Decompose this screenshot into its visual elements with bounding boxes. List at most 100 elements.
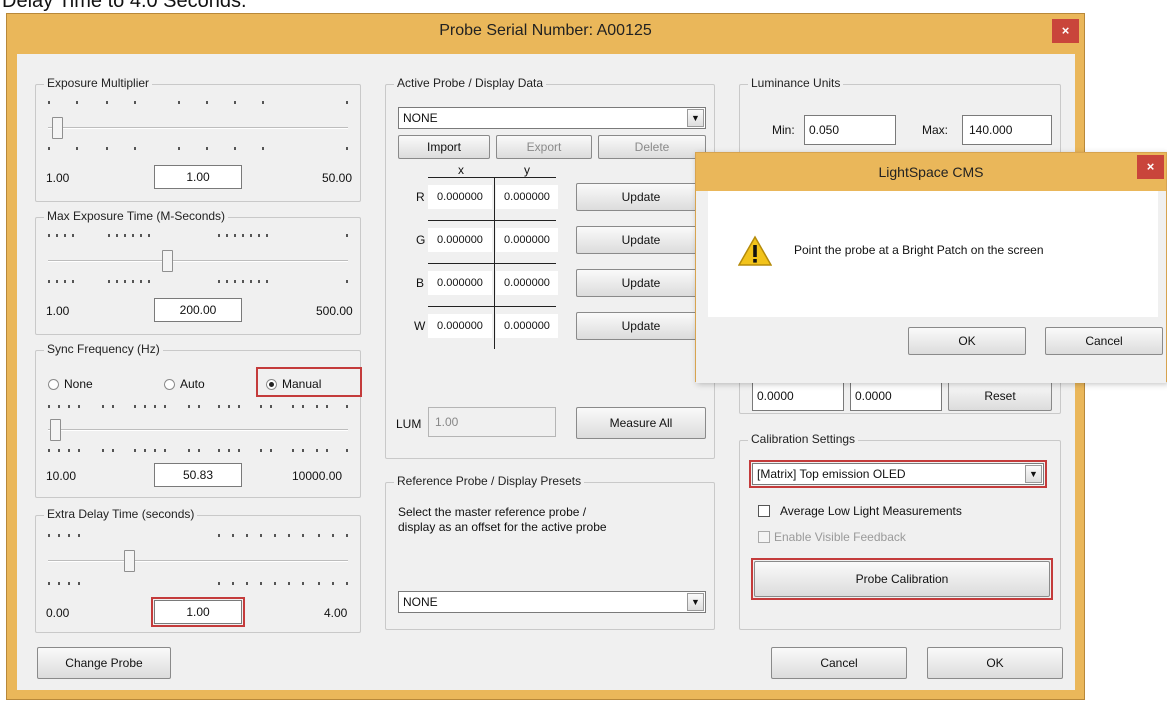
reference-probe-group: Reference Probe / Display Presets Select… [385,474,715,630]
manual-highlight-box [256,367,362,397]
table-line [428,177,556,178]
change-probe-button[interactable]: Change Probe [37,647,171,679]
sync-slider-thumb[interactable] [50,419,61,441]
reference-description-line2: display as an offset for the active prob… [398,520,607,534]
export-button[interactable]: Export [496,135,592,159]
row-label-b: B [416,276,425,290]
enable-visible-feedback-label: Enable Visible Feedback [774,530,906,544]
table-line [428,220,556,221]
sync-auto-label: Auto [180,377,205,391]
g-x-value: 0.000000 [428,228,492,252]
offset-field-2[interactable]: 0.0000 [850,381,942,411]
average-low-light-checkbox[interactable] [758,505,770,517]
probe-calibration-highlight-box [751,558,1053,600]
max-exposure-slider-thumb[interactable] [162,250,173,272]
lum-label: LUM [396,417,422,431]
message-box-title: LightSpace CMS [878,164,984,180]
b-y-value: 0.000000 [496,271,558,295]
slider-ticks-top [48,234,348,237]
row-label-w: W [414,319,426,333]
chevron-down-icon[interactable]: ▼ [687,109,704,127]
column-x-header: x [458,163,464,177]
exposure-min-label: 1.00 [46,171,70,185]
cancel-button[interactable]: Cancel [771,647,907,679]
close-icon: × [1146,159,1155,174]
dialog-title: Probe Serial Number: A00125 [439,22,652,39]
message-cancel-button[interactable]: Cancel [1045,327,1163,355]
offset-field-1[interactable]: 0.0000 [752,381,844,411]
luminance-max-field[interactable]: 140.000 [962,115,1052,145]
sync-value-field[interactable]: 50.83 [154,463,242,487]
exposure-multiplier-group: Exposure Multiplier 1.00 1.00 50.00 [35,76,361,202]
sync-none-radio[interactable] [48,379,59,390]
group-title: Active Probe / Display Data [394,76,547,90]
active-probe-combo[interactable]: NONE ▼ [398,107,706,129]
row-label-r: R [416,190,425,204]
extra-delay-slider-track[interactable] [48,560,348,562]
update-b-button[interactable]: Update [576,269,706,297]
update-g-button[interactable]: Update [576,226,706,254]
combo-value: NONE [403,111,438,125]
w-x-value: 0.000000 [428,314,492,338]
delete-button[interactable]: Delete [598,135,706,159]
table-line [428,263,556,264]
reference-description-line1: Select the master reference probe / [398,505,587,519]
exposure-max-label: 50.00 [322,171,353,185]
table-line [428,306,556,307]
message-ok-button[interactable]: OK [908,327,1026,355]
extra-delay-max-label: 4.00 [324,606,348,620]
extra-delay-slider-thumb[interactable] [124,550,135,572]
group-title: Exposure Multiplier [44,76,153,90]
max-exposure-group: Max Exposure Time (M-Seconds) 1.00 200.0… [35,209,361,335]
sync-auto-radio[interactable] [164,379,175,390]
slider-ticks-top [48,405,348,408]
combo-value: NONE [403,595,438,609]
exposure-slider-thumb[interactable] [52,117,63,139]
update-r-button[interactable]: Update [576,183,706,211]
exposure-value-field[interactable]: 1.00 [154,165,242,189]
message-text: Point the probe at a Bright Patch on the… [794,243,1044,257]
active-probe-group: Active Probe / Display Data NONE ▼ Impor… [385,76,715,459]
calibration-settings-group: Calibration Settings [Matrix] Top emissi… [739,432,1061,630]
dialog-close-button[interactable]: × [1052,19,1079,43]
b-x-value: 0.000000 [428,271,492,295]
slider-ticks-top [48,534,348,537]
update-w-button[interactable]: Update [576,312,706,340]
extra-delay-min-label: 0.00 [46,606,70,620]
group-title: Max Exposure Time (M-Seconds) [44,209,229,223]
message-box-body: Point the probe at a Bright Patch on the… [708,191,1158,317]
r-y-value: 0.000000 [496,185,558,209]
chevron-down-icon[interactable]: ▼ [687,593,704,611]
slider-ticks-top [48,101,348,104]
slider-ticks-bottom [48,147,348,150]
reference-probe-combo[interactable]: NONE ▼ [398,591,706,613]
group-title: Calibration Settings [748,432,859,446]
extra-delay-highlight-box [151,597,245,627]
measure-all-button[interactable]: Measure All [576,407,706,439]
import-button[interactable]: Import [398,135,490,159]
sync-none-label: None [64,377,93,391]
w-y-value: 0.000000 [496,314,558,338]
page-caption: Delay Time to 4.0 Seconds. [2,0,247,12]
extra-delay-group: Extra Delay Time (seconds) 0.00 1.00 4.0… [35,507,361,633]
close-icon: × [1061,23,1070,38]
luminance-max-label: Max: [922,123,949,137]
max-exposure-value-field[interactable]: 200.00 [154,298,242,322]
slider-ticks-bottom [48,280,348,283]
sync-frequency-group: Sync Frequency (Hz) None Auto Manual 10.… [35,342,362,498]
max-exposure-slider-track[interactable] [48,260,348,262]
group-title: Sync Frequency (Hz) [44,342,163,356]
row-label-g: G [416,233,426,247]
message-box-close-button[interactable]: × [1137,155,1164,179]
group-title: Luminance Units [748,76,844,90]
sync-min-label: 10.00 [46,469,77,483]
average-low-light-label: Average Low Light Measurements [780,504,962,518]
g-y-value: 0.000000 [496,228,558,252]
sync-slider-track[interactable] [48,429,348,431]
reset-button[interactable]: Reset [948,381,1052,411]
ok-button[interactable]: OK [927,647,1063,679]
exposure-slider-track[interactable] [48,127,348,129]
luminance-min-field[interactable]: 0.050 [804,115,896,145]
enable-visible-feedback-checkbox[interactable] [758,531,770,543]
message-box-footer: OK Cancel [696,317,1166,383]
